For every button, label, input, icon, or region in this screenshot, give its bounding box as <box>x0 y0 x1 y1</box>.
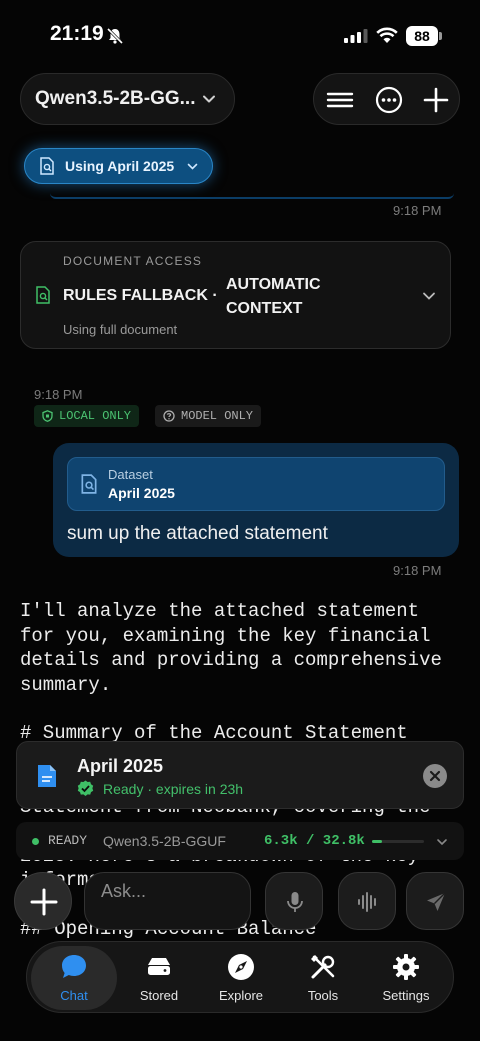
token-usage: 6.3k / 32.8k <box>264 833 365 849</box>
timestamp: 9:18 PM <box>393 203 442 218</box>
attached-file-card[interactable]: April 2025 Ready · expires in 23h <box>16 741 464 809</box>
tools-icon <box>311 955 335 979</box>
help-circle-icon <box>163 410 175 422</box>
document-search-icon <box>36 286 50 304</box>
file-status: Ready · expires in 23h <box>103 781 244 797</box>
send-icon <box>427 892 446 911</box>
new-chat-icon[interactable] <box>422 86 450 114</box>
menu-icon[interactable] <box>326 86 354 114</box>
chat-bubble-icon <box>62 955 86 978</box>
voice-mode-button[interactable] <box>338 872 396 930</box>
microphone-button[interactable] <box>265 872 323 930</box>
chevron-down-icon <box>203 95 215 103</box>
model-only-label: MODEL ONLY <box>181 409 254 423</box>
tab-chat[interactable]: Chat <box>31 946 117 1010</box>
token-usage-bar <box>372 840 424 843</box>
tab-label: Tools <box>307 988 339 1003</box>
document-access-card[interactable]: DOCUMENT ACCESS RULES FALLBACK · AUTOMAT… <box>20 241 451 349</box>
gear-icon <box>393 954 419 980</box>
tab-explore[interactable]: Explore <box>198 942 284 1014</box>
wifi-icon <box>376 27 398 43</box>
shield-icon <box>42 410 53 422</box>
tab-label: Explore <box>218 988 264 1003</box>
storage-drive-icon <box>148 958 170 975</box>
status-model: Qwen3.5-2B-GGUF <box>103 833 226 849</box>
header-actions <box>313 73 460 125</box>
attach-button[interactable] <box>14 872 72 930</box>
signal-icon <box>344 29 368 43</box>
close-icon <box>429 770 441 782</box>
microphone-icon <box>287 892 303 912</box>
battery-level: 88 <box>406 26 438 46</box>
bell-muted-icon <box>106 27 124 45</box>
chevron-down-icon <box>437 839 447 846</box>
attachment-caption: Dataset <box>108 467 153 482</box>
model-selector[interactable]: Qwen3.5-2B-GG... <box>20 73 235 125</box>
timestamp: 9:18 PM <box>34 387 83 402</box>
tab-label: Settings <box>382 988 430 1003</box>
model-name: Qwen3.5-2B-GG... <box>35 88 196 109</box>
document-access-mode: RULES FALLBACK · <box>63 287 218 304</box>
document-access-caption: DOCUMENT ACCESS <box>63 254 203 268</box>
file-icon <box>38 765 56 787</box>
status-state: READY <box>48 833 88 848</box>
assistant-line: for you, examining the key financial <box>20 625 431 647</box>
model-status-bar[interactable]: READY Qwen3.5-2B-GGUF 6.3k / 32.8k <box>16 822 464 860</box>
document-search-icon <box>81 474 97 494</box>
tab-stored[interactable]: Stored <box>116 942 202 1014</box>
file-name: April 2025 <box>77 756 164 776</box>
token-usage-fill <box>372 840 382 843</box>
waveform-icon <box>358 892 376 912</box>
compass-icon <box>228 954 254 980</box>
plus-icon <box>30 888 58 916</box>
tab-tools[interactable]: Tools <box>280 942 366 1014</box>
document-access-context: AUTOMATIC CONTEXT <box>226 276 321 317</box>
tab-bar: Chat Stored Explore Tools Settings <box>26 941 454 1013</box>
assistant-line: summary. <box>20 674 112 696</box>
assistant-line: I'll analyze the attached statement <box>20 600 420 622</box>
document-search-icon <box>40 157 54 175</box>
battery-nub <box>439 32 442 40</box>
local-only-label: LOCAL ONLY <box>59 409 132 423</box>
document-access-subtitle: Using full document <box>63 322 178 337</box>
attachment-card[interactable]: Dataset April 2025 <box>67 457 445 511</box>
user-message-text: sum up the attached statement <box>67 523 328 544</box>
attachment-name: April 2025 <box>108 485 175 501</box>
model-only-badge: MODEL ONLY <box>155 405 262 427</box>
local-only-badge: LOCAL ONLY <box>34 405 140 427</box>
tab-settings[interactable]: Settings <box>363 942 449 1014</box>
message-input[interactable]: Ask... <box>84 872 251 930</box>
previous-message-edge <box>50 193 454 199</box>
remove-file-button[interactable] <box>423 764 447 788</box>
more-options-icon[interactable] <box>375 86 403 114</box>
context-chip[interactable]: Using April 2025 <box>24 148 213 184</box>
send-button[interactable] <box>406 872 464 930</box>
verified-check-icon <box>77 780 94 796</box>
tab-label: Stored <box>139 988 179 1003</box>
context-chip-label: Using April 2025 <box>65 158 175 174</box>
message-input-placeholder: Ask... <box>101 881 147 901</box>
chevron-down-icon[interactable] <box>422 289 436 303</box>
assistant-line: details and providing a comprehensive <box>20 649 442 671</box>
timestamp: 9:18 PM <box>393 563 442 578</box>
user-message-bubble: Dataset April 2025 sum up the attached s… <box>53 443 459 557</box>
status-dot <box>32 838 39 845</box>
chevron-down-icon <box>187 163 198 170</box>
tab-label: Chat <box>60 988 88 1003</box>
status-time: 21:19 <box>50 22 104 45</box>
